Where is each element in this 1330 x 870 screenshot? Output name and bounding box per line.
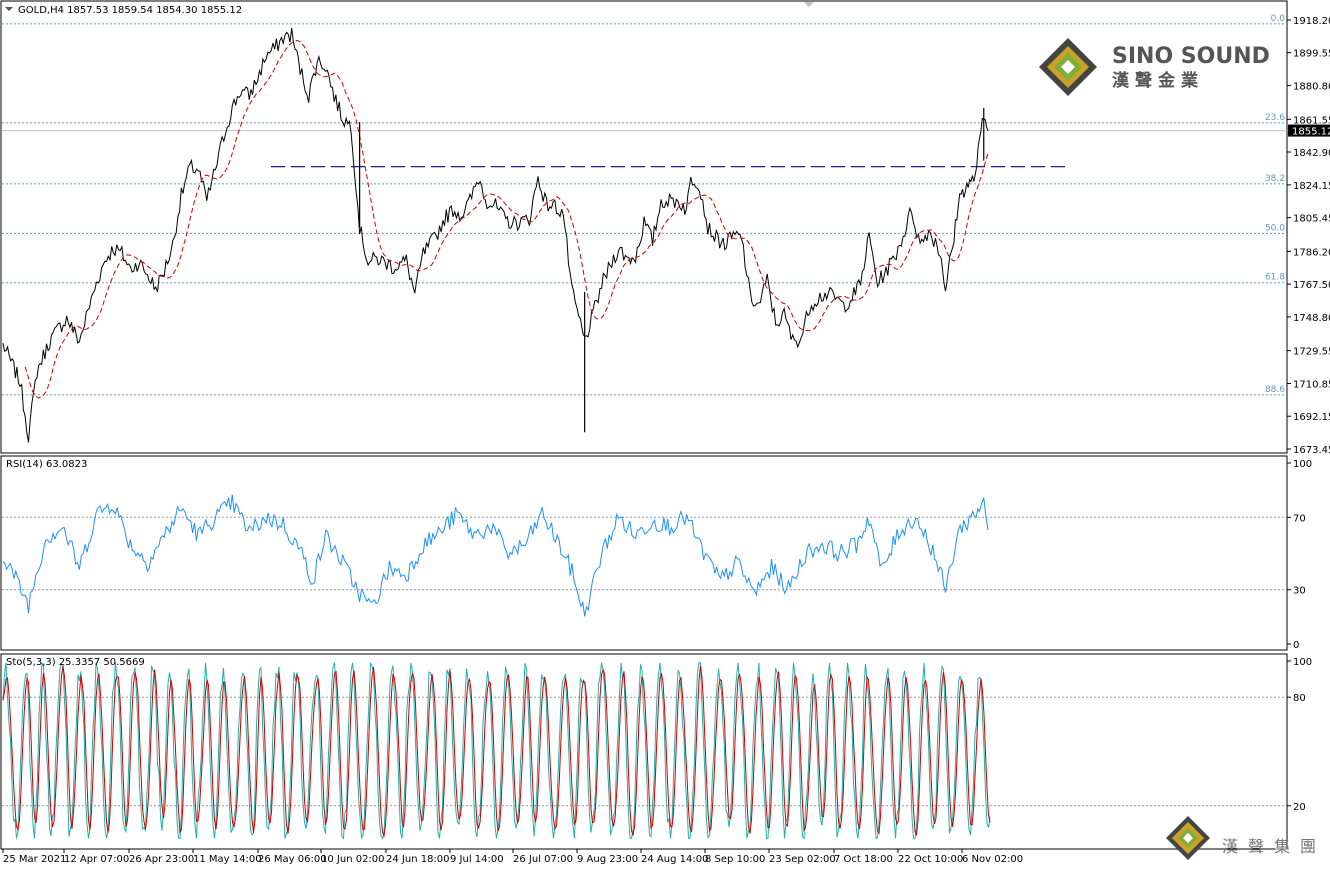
rsi-header: RSI(14) 63.0823 [6, 459, 87, 470]
fib-level-label: 38.2 [1265, 174, 1285, 184]
stochastic-tick-label: 20 [1293, 802, 1306, 813]
price-tick-label: 1918.20 [1293, 16, 1330, 27]
fib-level-label: 23.6 [1265, 113, 1285, 123]
time-tick-label: 25 Mar 2021 [3, 854, 66, 865]
fib-level-label: 88.6 [1265, 385, 1285, 395]
time-tick-label: 11 May 14:00 [193, 854, 262, 865]
price-tick-label: 1899.55 [1293, 49, 1330, 60]
price-tick-label: 1786.20 [1293, 247, 1330, 258]
current-price-tag: 1855.12 [1288, 124, 1330, 138]
price-header: GOLD,H4 1857.53 1859.54 1854.30 1855.12 [18, 5, 242, 16]
rsi-tick-label: 70 [1293, 513, 1306, 524]
stochastic-tick-label: 80 [1293, 693, 1306, 704]
time-tick-label: 9 Jul 14:00 [450, 854, 504, 865]
time-tick-label: 22 Oct 10:00 [898, 854, 963, 865]
price-tick-label: 1767.50 [1293, 280, 1330, 291]
price-tick-label: 1673.45 [1293, 445, 1330, 456]
time-tick-label: 7 Oct 18:00 [834, 854, 893, 865]
rsi-tick-label: 30 [1293, 586, 1306, 597]
price-tick-label: 1748.80 [1293, 313, 1330, 324]
price-tick-label: 1824.15 [1293, 181, 1330, 192]
rsi-tick-label: 0 [1293, 640, 1299, 651]
time-tick-label: 23 Sep 02:00 [769, 854, 836, 865]
time-tick-label: 24 Jun 18:00 [386, 854, 450, 865]
stochastic-header: Sto(5,3,3) 25.3357 50.5669 [6, 657, 145, 668]
time-tick-label: 6 Nov 02:00 [962, 854, 1023, 865]
footer-brand-zh: 漢聲集團 [1222, 837, 1326, 856]
fib-level-label: 61.8 [1265, 273, 1285, 283]
rsi-tick-label: 100 [1293, 459, 1312, 470]
price-tick-label: 1710.85 [1293, 379, 1330, 390]
time-tick-label: 26 May 06:00 [258, 854, 327, 865]
brand-name-zh: 漢聲金業 [1112, 70, 1204, 91]
price-tick-label: 1805.45 [1293, 214, 1330, 225]
time-tick-label: 26 Apr 23:00 [129, 854, 194, 865]
brand-name-en: SINO SOUND [1112, 44, 1270, 69]
price-tick-label: 1842.90 [1293, 148, 1330, 159]
stochastic-tick-label: 100 [1293, 657, 1312, 668]
price-tick-label: 1880.80 [1293, 82, 1330, 93]
price-tick-label: 1729.55 [1293, 347, 1330, 358]
current-price-label: 1855.12 [1292, 127, 1330, 138]
time-tick-label: 9 Aug 23:00 [577, 854, 638, 865]
time-tick-label: 8 Sep 10:00 [705, 854, 765, 865]
time-tick-label: 10 Jun 02:00 [321, 854, 385, 865]
time-tick-label: 12 Apr 07:00 [64, 854, 129, 865]
chart-window: 1918.201899.551880.801861.551842.901824.… [0, 0, 1330, 866]
price-tick-label: 1692.15 [1293, 412, 1330, 423]
time-tick-label: 26 Jul 07:00 [513, 854, 573, 865]
fib-level-label: 50.0 [1265, 223, 1285, 233]
time-tick-label: 24 Aug 14:00 [641, 854, 708, 865]
fib-level-label: 0.0 [1271, 14, 1286, 24]
